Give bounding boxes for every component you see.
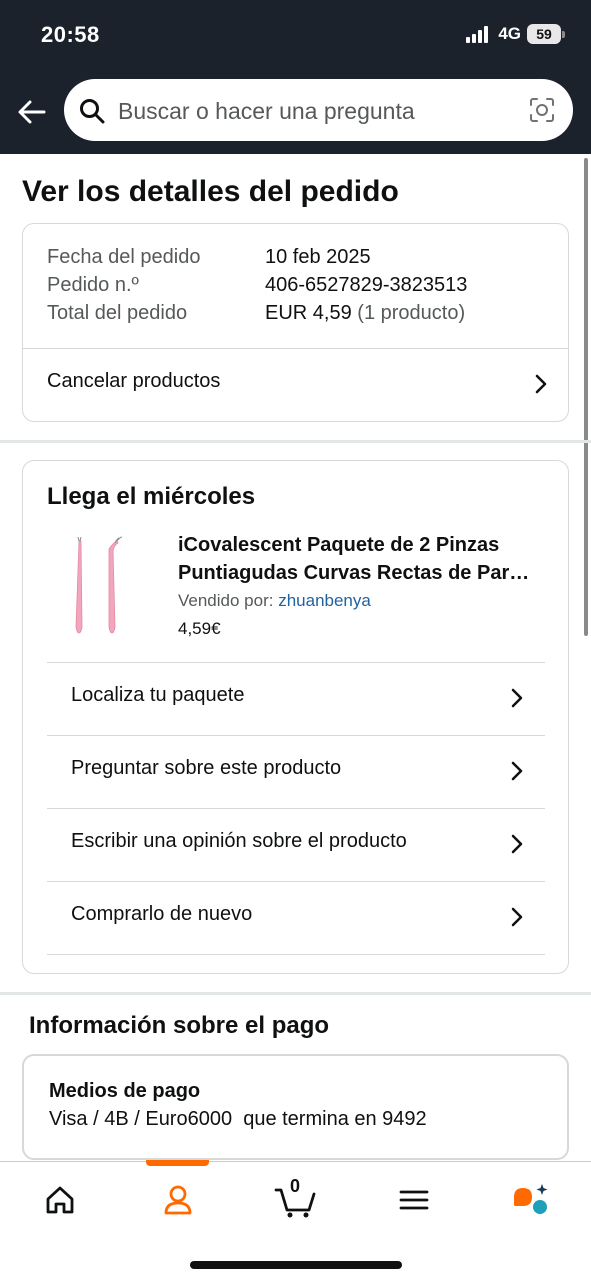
- order-summary-card: Fecha del pedido 10 feb 2025 Pedido n.º …: [22, 223, 569, 422]
- order-date-value: 10 feb 2025: [265, 246, 371, 268]
- payment-section-title: Información sobre el pago: [29, 1012, 330, 1039]
- top-bar: 20:58 4G 59 Buscar o hacer una pregunta: [0, 0, 591, 154]
- chevron-right-icon: [511, 761, 523, 781]
- order-total-label: Total del pedido: [47, 302, 188, 324]
- account-icon[interactable]: [158, 1180, 198, 1220]
- status-indicators: 4G 59: [466, 24, 565, 44]
- order-number-value: 406-6527829-3823513: [265, 274, 468, 296]
- product-image[interactable]: [67, 535, 131, 635]
- write-review-row[interactable]: Escribir una opinión sobre el producto: [23, 809, 568, 881]
- page-title: Ver los detalles del pedido: [22, 175, 399, 208]
- status-time: 20:58: [41, 22, 100, 47]
- action-label: Localiza tu paquete: [71, 684, 245, 706]
- payment-method-value: Visa / 4B / Euro6000 que termina en 9492: [49, 1108, 427, 1130]
- action-label: Preguntar sobre este producto: [71, 757, 342, 779]
- product-title[interactable]: iCovalescent Paquete de 2 Pinzas Puntiag…: [178, 531, 548, 587]
- action-label: Escribir una opinión sobre el producto: [71, 830, 407, 852]
- battery-icon: 59: [527, 24, 565, 44]
- signal-icon: [466, 25, 489, 43]
- cart-count-badge: 0: [290, 1176, 301, 1196]
- cancel-products-row[interactable]: Cancelar productos: [23, 349, 568, 421]
- product-price: 4,59€: [178, 619, 221, 638]
- track-package-row[interactable]: Localiza tu paquete: [23, 663, 568, 735]
- camera-icon[interactable]: [528, 96, 556, 124]
- home-icon[interactable]: [40, 1180, 80, 1220]
- scrollbar[interactable]: [584, 158, 588, 636]
- bottom-nav: 0: [0, 1160, 591, 1280]
- active-tab-indicator: [146, 1160, 209, 1166]
- back-arrow-icon[interactable]: [16, 96, 48, 128]
- order-total-count: (1 producto): [357, 302, 466, 324]
- chevron-right-icon: [511, 688, 523, 708]
- action-label: Comprarlo de nuevo: [71, 903, 253, 925]
- menu-icon[interactable]: [394, 1180, 434, 1220]
- battery-level: 59: [527, 24, 561, 44]
- section-separator: [0, 440, 591, 443]
- home-indicator: [190, 1261, 402, 1269]
- delivery-title: Llega el miércoles: [47, 483, 256, 510]
- order-total-value: EUR 4,59 (1 producto): [265, 302, 465, 325]
- section-separator: [0, 992, 591, 995]
- chevron-right-icon: [511, 907, 523, 927]
- delivery-card: Llega el miércoles iCovalescent Paquete …: [22, 460, 569, 974]
- search-input[interactable]: Buscar o hacer una pregunta: [118, 98, 415, 125]
- ask-product-row[interactable]: Preguntar sobre este producto: [23, 736, 568, 808]
- sold-by: Vendido por: zhuanbenya: [178, 591, 371, 611]
- rufus-chat-icon[interactable]: [510, 1180, 552, 1220]
- network-type: 4G: [498, 24, 521, 43]
- chevron-right-icon: [535, 374, 547, 394]
- payment-methods-label: Medios de pago: [49, 1080, 201, 1102]
- seller-link[interactable]: zhuanbenya: [278, 591, 371, 610]
- sold-by-label: Vendido por:: [178, 591, 274, 610]
- order-date-label: Fecha del pedido: [47, 246, 201, 268]
- search-bar[interactable]: Buscar o hacer una pregunta: [64, 79, 573, 141]
- buy-again-row[interactable]: Comprarlo de nuevo: [23, 882, 568, 954]
- cancel-products-label: Cancelar productos: [47, 370, 221, 392]
- order-number-label: Pedido n.º: [47, 274, 139, 296]
- order-total-amount: EUR 4,59: [265, 302, 352, 324]
- payment-card[interactable]: Medios de pago Visa / 4B / Euro6000 que …: [22, 1054, 569, 1160]
- search-icon: [80, 99, 105, 124]
- divider: [47, 954, 545, 955]
- chevron-right-icon: [511, 834, 523, 854]
